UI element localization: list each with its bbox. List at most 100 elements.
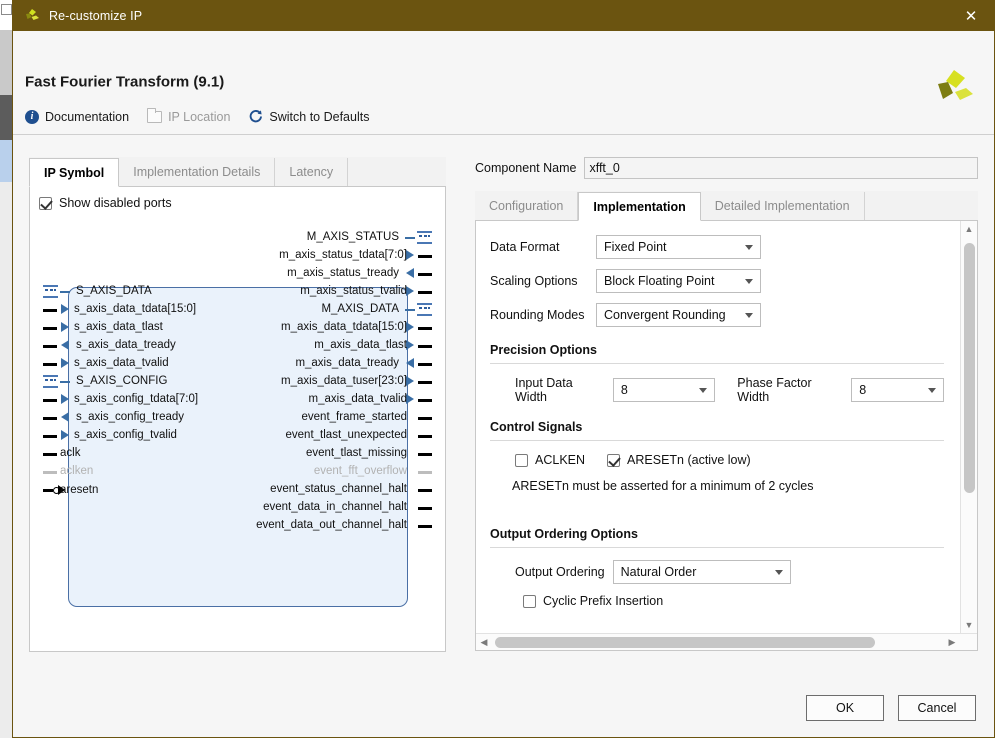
port-event-data-out-channel-halt: event_data_out_channel_halt <box>256 519 407 531</box>
port-s-axis-data-tvalid: s_axis_data_tvalid <box>74 357 169 369</box>
scroll-left-icon[interactable]: ◀ <box>476 634 492 650</box>
show-disabled-ports-checkbox[interactable] <box>39 196 52 210</box>
port-event-status-channel-halt: event_status_channel_halt <box>270 483 407 495</box>
tab-latency[interactable]: Latency <box>275 158 349 186</box>
pin-event-tlast-missing <box>418 453 432 456</box>
port-aresetn: aresetn <box>60 484 99 496</box>
port-event-data-in-channel-halt: event_data_in_channel_halt <box>263 501 407 513</box>
vertical-scroll-thumb[interactable] <box>964 243 975 493</box>
pin-event-status-channel-halt <box>418 489 432 492</box>
rounding-modes-select[interactable]: Convergent Rounding <box>596 303 761 327</box>
port-m-axis-data-tlast: m_axis_data_tlast <box>314 339 407 351</box>
control-signals-heading: Control Signals <box>490 420 583 434</box>
aresetn-note: ARESETn must be asserted for a minimum o… <box>512 479 814 493</box>
tab-implementation-details[interactable]: Implementation Details <box>119 158 276 186</box>
vertical-scroll-track[interactable] <box>961 237 977 617</box>
port-s-axis-config: S_AXIS_CONFIG <box>76 375 168 387</box>
arrow-in-icon <box>61 322 69 332</box>
aclken-checkbox[interactable] <box>515 453 528 467</box>
arrow-out-icon <box>406 250 414 260</box>
component-name-input[interactable] <box>584 157 978 179</box>
arrow-in-icon <box>406 358 414 368</box>
tab-detailed-implementation[interactable]: Detailed Implementation <box>700 192 865 220</box>
scroll-down-icon[interactable]: ▼ <box>961 617 977 633</box>
port-m-axis-data-tuser: m_axis_data_tuser[23:0] <box>281 375 407 387</box>
component-name-label: Component Name <box>475 161 577 175</box>
switch-to-defaults-label: Switch to Defaults <box>269 109 370 124</box>
output-ordering-options-rule <box>490 547 944 548</box>
pin-aclk <box>43 453 57 456</box>
rounding-modes-row: Rounding Modes Convergent Rounding <box>490 303 944 327</box>
output-ordering-value: Natural Order <box>620 565 697 579</box>
show-disabled-ports-row[interactable]: Show disabled ports <box>39 196 172 210</box>
phase-factor-width-label: Phase Factor Width <box>737 376 812 404</box>
port-m-axis-data-tvalid: m_axis_data_tvalid <box>308 393 407 405</box>
pin-m-axis-data-tuser <box>418 381 432 384</box>
close-icon[interactable]: ✕ <box>948 1 994 31</box>
vertical-scrollbar[interactable]: ▲ ▼ <box>960 221 977 633</box>
bus-dash-icon <box>405 237 415 239</box>
port-s-axis-config-tready: s_axis_config_tready <box>76 411 185 423</box>
cyclic-prefix-insertion-label: Cyclic Prefix Insertion <box>543 594 664 608</box>
pin-event-tlast-unexpected <box>418 435 432 438</box>
pin-event-data-in-channel-halt <box>418 507 432 510</box>
port-m-axis-status-tvalid: m_axis_status_tvalid <box>300 285 407 297</box>
phase-factor-width-value: 8 <box>859 383 867 397</box>
ip-symbol-panel: Show disabled ports S_AXIS_DATA s_axis_d… <box>29 187 446 652</box>
xilinx-logo-icon <box>23 7 41 25</box>
arrow-out-icon <box>406 376 414 386</box>
switch-to-defaults-button[interactable]: Switch to Defaults <box>248 109 369 124</box>
output-ordering-select[interactable]: Natural Order <box>612 560 791 584</box>
port-aclk: aclk <box>60 447 81 459</box>
scroll-up-icon[interactable]: ▲ <box>961 221 977 237</box>
scaling-options-label: Scaling Options <box>490 274 578 288</box>
port-s-axis-data: S_AXIS_DATA <box>76 285 152 297</box>
tab-configuration[interactable]: Configuration <box>475 192 579 220</box>
documentation-button[interactable]: i Documentation <box>25 109 130 124</box>
port-m-axis-data: M_AXIS_DATA <box>321 303 399 315</box>
precision-widths-row: Input Data Width 8 Phase Factor Width 8 <box>515 376 944 404</box>
bus-pin-s-axis-config-icon <box>43 375 58 388</box>
input-data-width-select[interactable]: 8 <box>612 378 716 402</box>
ip-location-button[interactable]: IP Location <box>146 107 230 124</box>
port-m-axis-data-tready: m_axis_data_tready <box>295 357 399 369</box>
cancel-button[interactable]: Cancel <box>898 695 976 721</box>
footer-buttons: OK Cancel <box>806 695 976 721</box>
horizontal-scroll-thumb[interactable] <box>495 637 875 648</box>
precision-options-heading: Precision Options <box>490 343 597 357</box>
port-event-tlast-missing: event_tlast_missing <box>306 447 407 459</box>
pin-s-axis-data-tvalid <box>43 363 57 366</box>
dialog-body: IP Symbol Implementation Details Latency… <box>13 135 994 675</box>
info-icon: i <box>25 109 39 124</box>
data-format-value: Fixed Point <box>604 240 667 254</box>
documentation-label: Documentation <box>45 109 130 124</box>
tab-ip-symbol[interactable]: IP Symbol <box>29 158 120 187</box>
phase-factor-width-select[interactable]: 8 <box>851 378 944 402</box>
arrow-out-icon <box>406 394 414 404</box>
cyclic-prefix-insertion-checkbox[interactable] <box>523 594 536 608</box>
aclken-label: ACLKEN <box>535 453 586 467</box>
rounding-modes-value: Convergent Rounding <box>604 308 726 322</box>
arrow-in-icon <box>61 358 69 368</box>
horizontal-scrollbar[interactable]: ◀ ▶ <box>476 633 977 650</box>
tab-implementation[interactable]: Implementation <box>578 192 701 221</box>
pin-m-axis-data-tready <box>418 363 432 366</box>
dialog-titlebar: Re-customize IP ✕ <box>13 1 994 31</box>
arrow-out-icon <box>406 286 414 296</box>
aresetn-checkbox[interactable] <box>607 453 621 467</box>
dialog-header: Fast Fourier Transform (9.1) i Documenta… <box>13 31 994 135</box>
chevron-down-icon <box>745 313 753 318</box>
bus-dash-icon <box>60 381 70 383</box>
scaling-options-select[interactable]: Block Floating Point <box>596 269 761 293</box>
dialog-footer: OK Cancel <box>13 675 994 737</box>
control-signals-row: ACLKEN ARESETn (active low) <box>515 453 944 467</box>
port-s-axis-config-tvalid: s_axis_config_tvalid <box>74 429 177 441</box>
scaling-options-row: Scaling Options Block Floating Point <box>490 269 944 293</box>
ok-button[interactable]: OK <box>806 695 884 721</box>
output-ordering-row: Output Ordering Natural Order <box>515 560 944 584</box>
bus-pin-s-axis-data-icon <box>43 285 58 298</box>
aresetn-label: ARESETn (active low) <box>627 453 751 467</box>
data-format-select[interactable]: Fixed Point <box>596 235 761 259</box>
scroll-right-icon[interactable]: ▶ <box>944 634 960 650</box>
data-format-row: Data Format Fixed Point <box>490 235 944 259</box>
